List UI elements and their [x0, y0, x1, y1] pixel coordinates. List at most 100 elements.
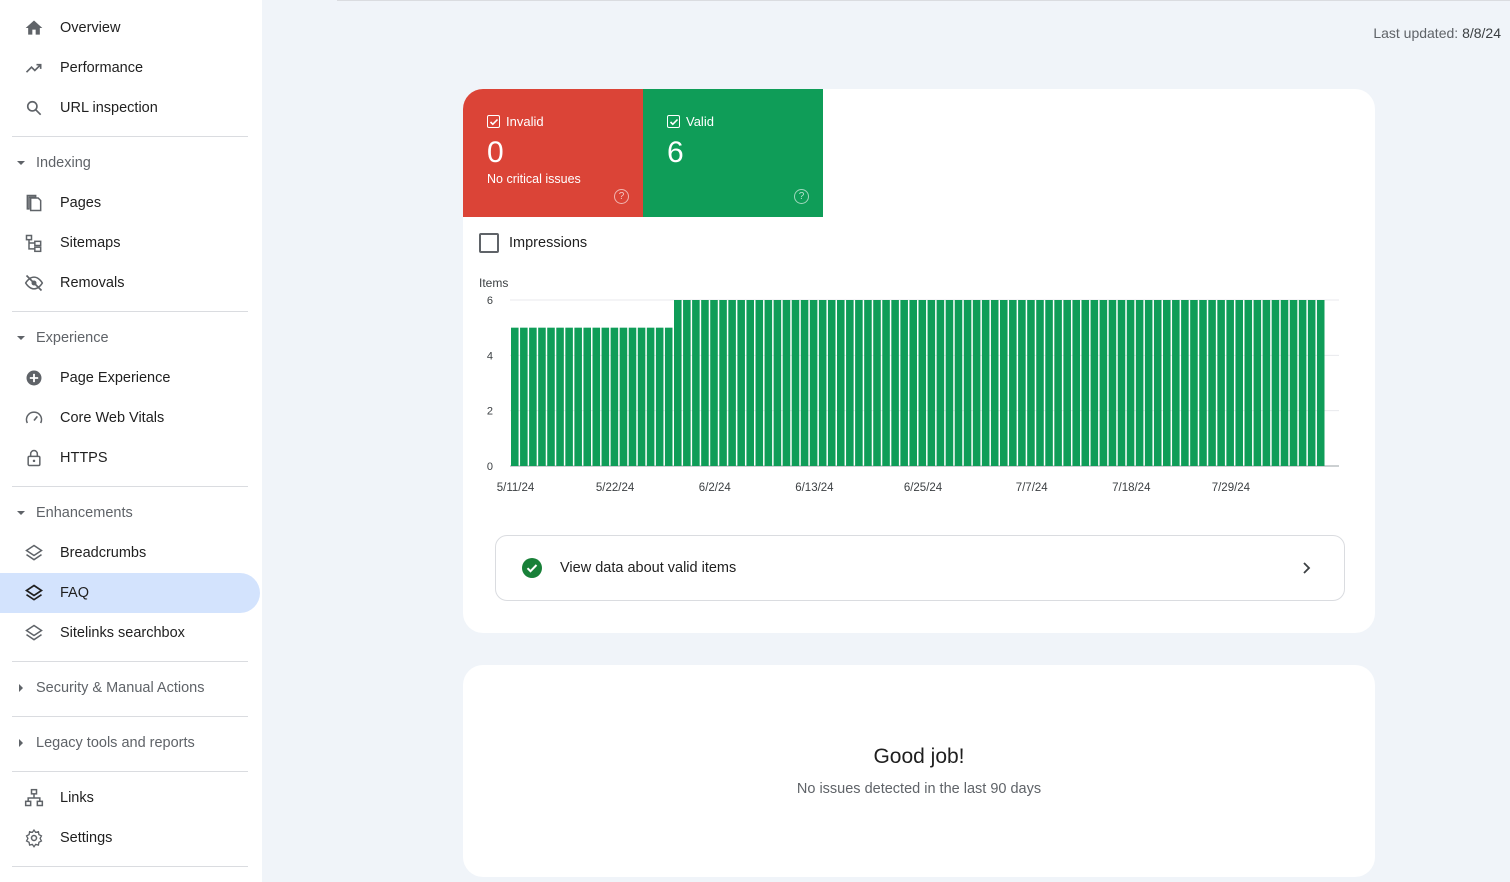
nav-sitemaps[interactable]: Sitemaps	[0, 223, 260, 263]
bar	[674, 300, 682, 466]
bar	[1000, 300, 1008, 466]
view-valid-items-button[interactable]: View data about valid items	[495, 535, 1345, 601]
bar	[882, 300, 890, 466]
nav-label: FAQ	[60, 585, 90, 601]
last-updated-label: Last updated:	[1373, 25, 1459, 41]
home-icon	[24, 18, 44, 38]
issues-description: No issues detected in the last 90 days	[796, 781, 1042, 797]
nav-faq[interactable]: FAQ	[0, 573, 260, 613]
checkbox-checked-icon[interactable]	[487, 115, 500, 128]
sitemap-icon	[24, 233, 44, 253]
bar	[809, 300, 818, 466]
nav-https[interactable]: HTTPS	[0, 438, 260, 478]
bar	[719, 300, 727, 466]
valid-count: 6	[667, 136, 684, 169]
bar	[619, 327, 628, 466]
bar	[664, 327, 673, 466]
bar	[583, 327, 591, 466]
bar	[981, 300, 990, 466]
bar	[954, 300, 963, 466]
nav-core-web-vitals[interactable]: Core Web Vitals	[0, 398, 260, 438]
section-label: Enhancements	[36, 505, 133, 521]
nav-url-inspection[interactable]: URL inspection	[0, 88, 260, 128]
bar	[610, 327, 619, 466]
gear-icon	[24, 828, 44, 848]
x-tick-label: 7/7/24	[1016, 482, 1049, 494]
section-enhancements[interactable]: Enhancements	[0, 495, 248, 531]
layers-icon	[24, 543, 44, 563]
eye-off-icon	[24, 273, 44, 293]
bar	[1108, 300, 1117, 466]
plus-circle-icon	[24, 368, 44, 388]
help-icon[interactable]: ?	[794, 189, 809, 204]
valid-tile[interactable]: Valid 6 ?	[643, 89, 823, 217]
bar	[900, 300, 908, 466]
checkbox-unchecked-icon[interactable]	[479, 233, 499, 253]
y-tick-label: 2	[487, 406, 493, 418]
section-security-manual-actions[interactable]: Security & Manual Actions	[0, 670, 248, 706]
bar	[1018, 300, 1026, 466]
bar	[791, 300, 800, 466]
nav-removals[interactable]: Removals	[0, 263, 260, 303]
nav-sitelinks-searchbox[interactable]: Sitelinks searchbox	[0, 613, 260, 653]
pages-icon	[24, 193, 44, 213]
nav-settings[interactable]: Settings	[0, 818, 260, 858]
nav-links[interactable]: Links	[0, 778, 260, 818]
impressions-checkbox[interactable]: Impressions	[479, 233, 587, 253]
bar	[873, 300, 881, 466]
bar	[511, 327, 519, 466]
bar	[1027, 300, 1035, 466]
invalid-label: Invalid	[506, 114, 544, 129]
section-experience[interactable]: Experience	[0, 320, 248, 356]
search-icon	[24, 98, 44, 118]
y-axis-title: Items	[479, 276, 508, 290]
bar	[1163, 300, 1171, 466]
bar	[936, 300, 945, 466]
speedometer-icon	[24, 408, 44, 428]
section-label: Experience	[36, 330, 109, 346]
nav-label: HTTPS	[60, 450, 108, 466]
nav-page-experience[interactable]: Page Experience	[0, 358, 260, 398]
nav-overview[interactable]: Overview	[0, 8, 260, 48]
checkbox-checked-icon[interactable]	[667, 115, 680, 128]
bar	[990, 300, 999, 466]
bar	[565, 327, 573, 466]
section-label: Security & Manual Actions	[36, 680, 205, 696]
bar	[646, 327, 655, 466]
section-indexing[interactable]: Indexing	[0, 145, 248, 181]
bar	[1199, 300, 1207, 466]
chevron-right-icon	[1303, 562, 1311, 574]
nav-label: Core Web Vitals	[60, 410, 165, 426]
bar	[1009, 300, 1017, 466]
bar	[637, 327, 646, 466]
bar	[1045, 300, 1053, 466]
section-legacy-tools[interactable]: Legacy tools and reports	[0, 725, 248, 761]
bar	[1244, 300, 1253, 466]
bar	[1036, 300, 1044, 466]
help-icon[interactable]: ?	[614, 189, 629, 204]
invalid-tile[interactable]: Invalid 0 No critical issues ?	[463, 89, 643, 217]
bar	[1316, 300, 1325, 466]
x-tick-label: 5/22/24	[596, 482, 635, 494]
bar	[1190, 300, 1198, 466]
bar	[909, 300, 917, 466]
bar	[728, 300, 736, 466]
bar	[1271, 300, 1280, 466]
impressions-label: Impressions	[509, 235, 588, 251]
nav-label: Overview	[60, 20, 121, 36]
nav-performance[interactable]: Performance	[0, 48, 260, 88]
section-label: Legacy tools and reports	[36, 735, 195, 751]
bar	[1217, 300, 1225, 466]
bar	[574, 327, 582, 466]
bar	[1081, 300, 1090, 466]
bar	[683, 300, 691, 466]
bar	[837, 300, 845, 466]
nav-pages[interactable]: Pages	[0, 183, 260, 223]
nav-breadcrumbs[interactable]: Breadcrumbs	[0, 533, 260, 573]
links-icon	[24, 788, 44, 808]
divider	[12, 311, 248, 312]
invalid-label-row: Invalid	[487, 114, 643, 129]
bar	[782, 300, 791, 466]
divider	[12, 771, 248, 772]
y-tick-label: 6	[487, 295, 493, 307]
